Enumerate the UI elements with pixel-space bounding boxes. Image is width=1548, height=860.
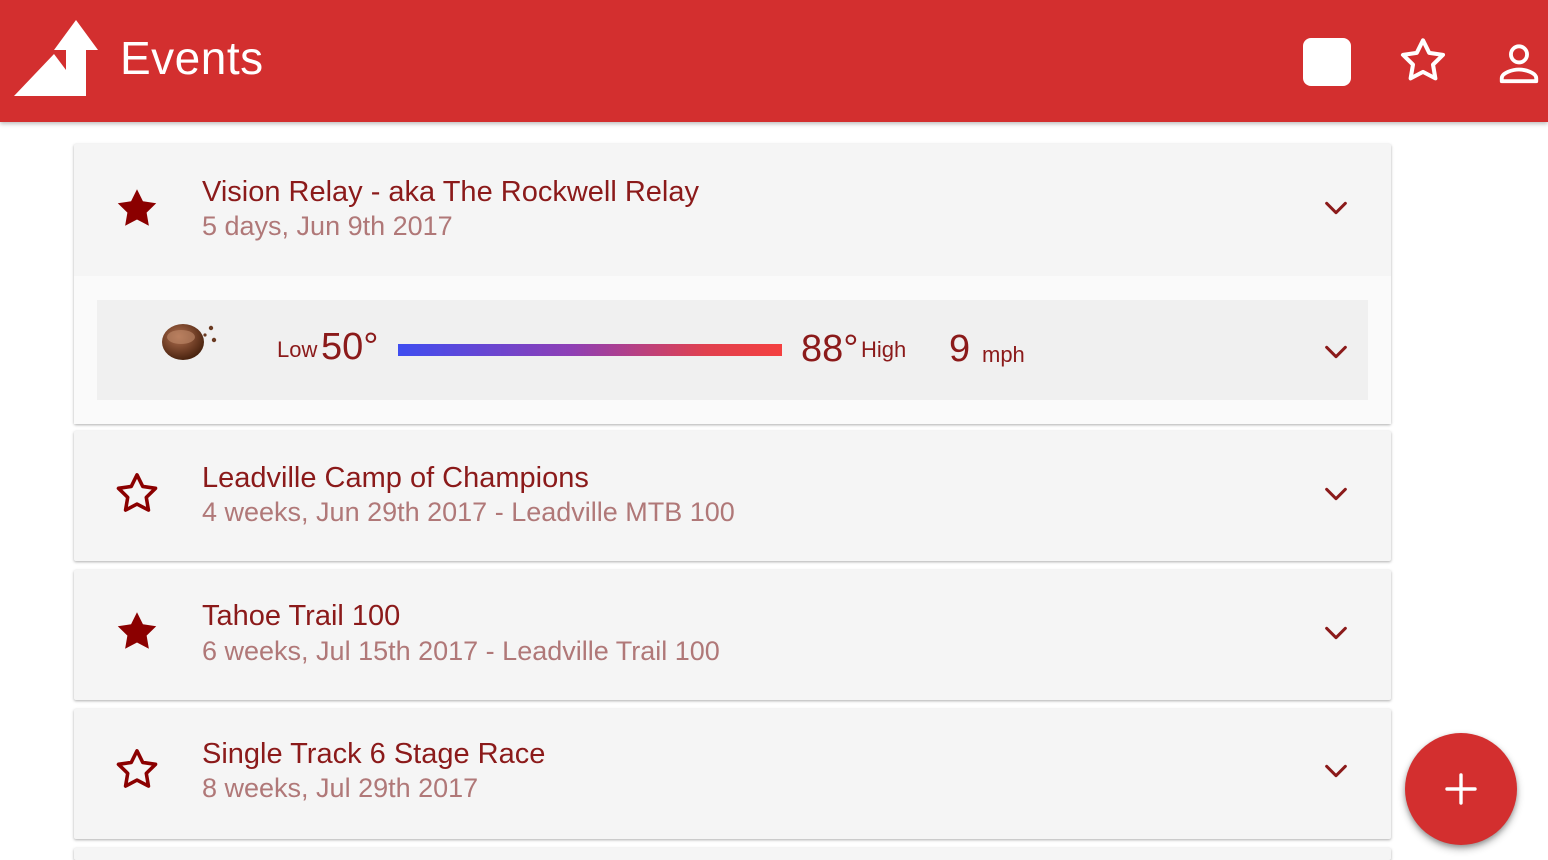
event-card[interactable] [74, 848, 1391, 860]
event-title: Single Track 6 Stage Race [202, 738, 546, 770]
high-temp-label: High [861, 337, 907, 362]
event-subtitle: 4 weeks, Jun 29th 2017 - Leadville MTB 1… [202, 497, 735, 527]
favorites-star-icon[interactable] [1396, 34, 1450, 88]
event-card-header[interactable]: Vision Relay - aka The Rockwell Relay 5 … [74, 144, 1391, 276]
chevron-down-icon[interactable] [1322, 194, 1350, 222]
chevron-down-icon[interactable] [1322, 619, 1350, 647]
weather-row[interactable]: Low 50° 88° High 9 mph [97, 300, 1368, 400]
app-bar: Events [0, 0, 1548, 122]
low-temp-value: 50° [321, 326, 379, 368]
wind-speed-unit: mph [982, 342, 1025, 367]
account-icon[interactable] [1496, 40, 1542, 86]
wind-speed-value: 9 [949, 328, 971, 370]
event-card[interactable]: Single Track 6 Stage Race 8 weeks, Jul 2… [74, 709, 1391, 839]
plus-icon [1445, 773, 1477, 805]
event-subtitle: 5 days, Jun 9th 2017 [202, 211, 453, 241]
event-subtitle: 8 weeks, Jul 29th 2017 [202, 773, 479, 803]
event-card-header[interactable]: Single Track 6 Stage Race 8 weeks, Jul 2… [74, 709, 1391, 839]
event-title: Tahoe Trail 100 [202, 600, 401, 632]
star-outline-icon[interactable] [112, 745, 162, 795]
star-filled-icon[interactable] [112, 184, 162, 234]
event-card-header[interactable]: Leadville Camp of Champions 4 weeks, Jun… [74, 431, 1391, 561]
app-title: Events [120, 32, 264, 84]
event-title: Leadville Camp of Champions [202, 462, 589, 494]
star-filled-icon[interactable] [112, 607, 162, 657]
square-button[interactable] [1303, 38, 1351, 86]
chevron-down-icon[interactable] [1322, 757, 1350, 785]
low-temp-label: Low [277, 337, 318, 362]
high-temp-value: 88° [801, 328, 859, 370]
event-card[interactable]: Tahoe Trail 100 6 weeks, Jul 15th 2017 -… [74, 570, 1391, 700]
event-card-header[interactable]: Tahoe Trail 100 6 weeks, Jul 15th 2017 -… [74, 570, 1391, 700]
event-title: Vision Relay - aka The Rockwell Relay [202, 176, 699, 208]
chevron-down-icon[interactable] [1322, 480, 1350, 508]
event-card[interactable]: Leadville Camp of Champions 4 weeks, Jun… [74, 431, 1391, 561]
logo-icon [14, 20, 98, 96]
chevron-down-icon[interactable] [1322, 338, 1350, 366]
temperature-range-bar [398, 344, 782, 356]
weather-section: Low 50° 88° High 9 mph [74, 276, 1391, 424]
add-event-button[interactable] [1405, 733, 1517, 845]
star-outline-icon[interactable] [112, 469, 162, 519]
night-cloudy-icon [162, 324, 217, 360]
event-subtitle: 6 weeks, Jul 15th 2017 - Leadville Trail… [202, 636, 720, 666]
